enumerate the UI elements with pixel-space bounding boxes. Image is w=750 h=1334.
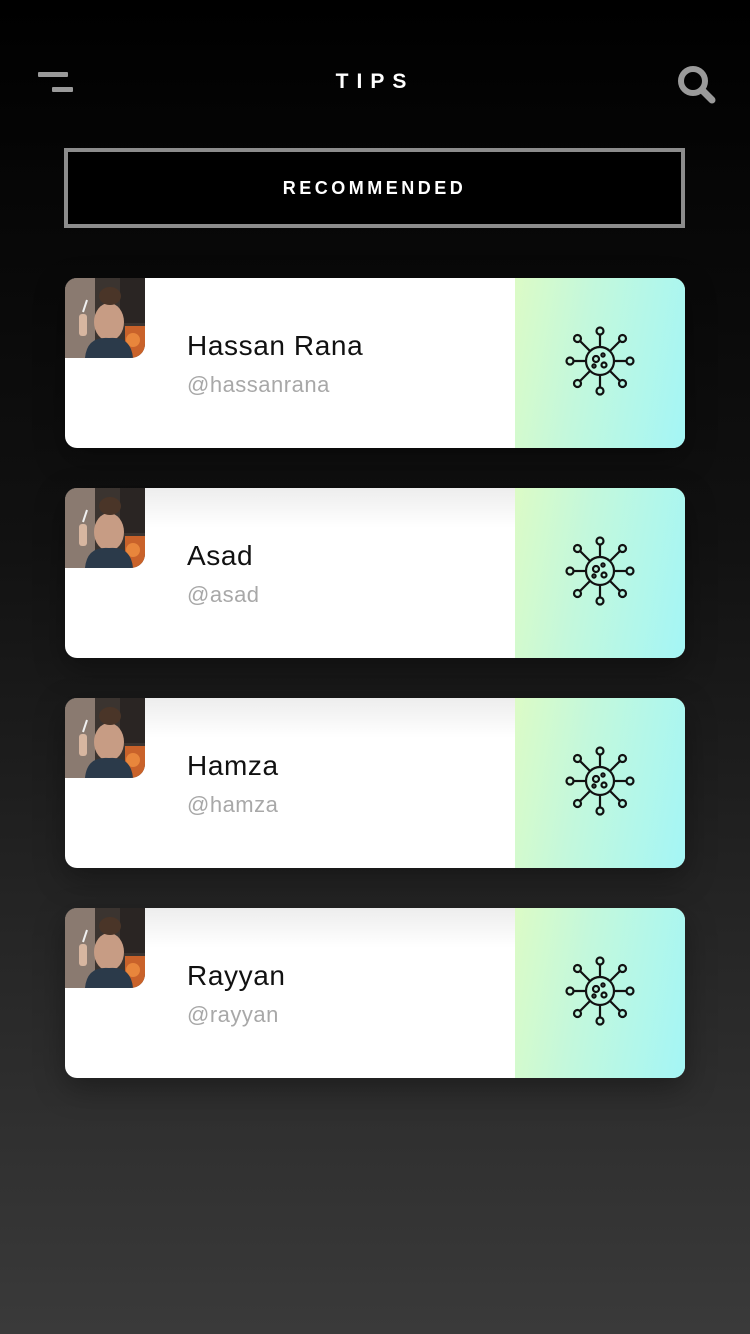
user-name: Hassan Rana xyxy=(187,330,364,361)
user-name: Rayyan xyxy=(187,960,286,991)
avatar[interactable] xyxy=(65,278,145,358)
user-card[interactable]: Asad @asad xyxy=(65,488,685,658)
avatar[interactable] xyxy=(65,488,145,568)
recommended-button[interactable]: RECOMMENDED xyxy=(64,148,685,228)
user-handle: @asad xyxy=(187,582,260,607)
search-icon[interactable] xyxy=(676,64,716,104)
virus-icon xyxy=(565,325,635,401)
avatar[interactable] xyxy=(65,908,145,988)
card-action-button[interactable] xyxy=(515,278,685,448)
user-card[interactable]: Hamza @hamza xyxy=(65,698,685,868)
user-card[interactable]: Hassan Rana @hassanrana xyxy=(65,278,685,448)
virus-icon xyxy=(565,535,635,611)
user-handle: @rayyan xyxy=(187,1002,279,1027)
card-action-button[interactable] xyxy=(515,488,685,658)
user-handle: @hamza xyxy=(187,792,279,817)
virus-icon xyxy=(565,955,635,1031)
card-action-button[interactable] xyxy=(515,908,685,1078)
avatar[interactable] xyxy=(65,698,145,778)
page-title: TIPS xyxy=(335,70,415,93)
user-handle: @hassanrana xyxy=(187,372,330,397)
tips-screen: TIPS RECOMMENDED Hassan Rana @hassanrana… xyxy=(0,0,750,1334)
user-name: Hamza xyxy=(187,750,279,781)
user-card[interactable]: Rayyan @rayyan xyxy=(65,908,685,1078)
virus-icon xyxy=(565,745,635,821)
header: TIPS xyxy=(0,0,750,140)
card-action-button[interactable] xyxy=(515,698,685,868)
user-name: Asad xyxy=(187,540,254,571)
